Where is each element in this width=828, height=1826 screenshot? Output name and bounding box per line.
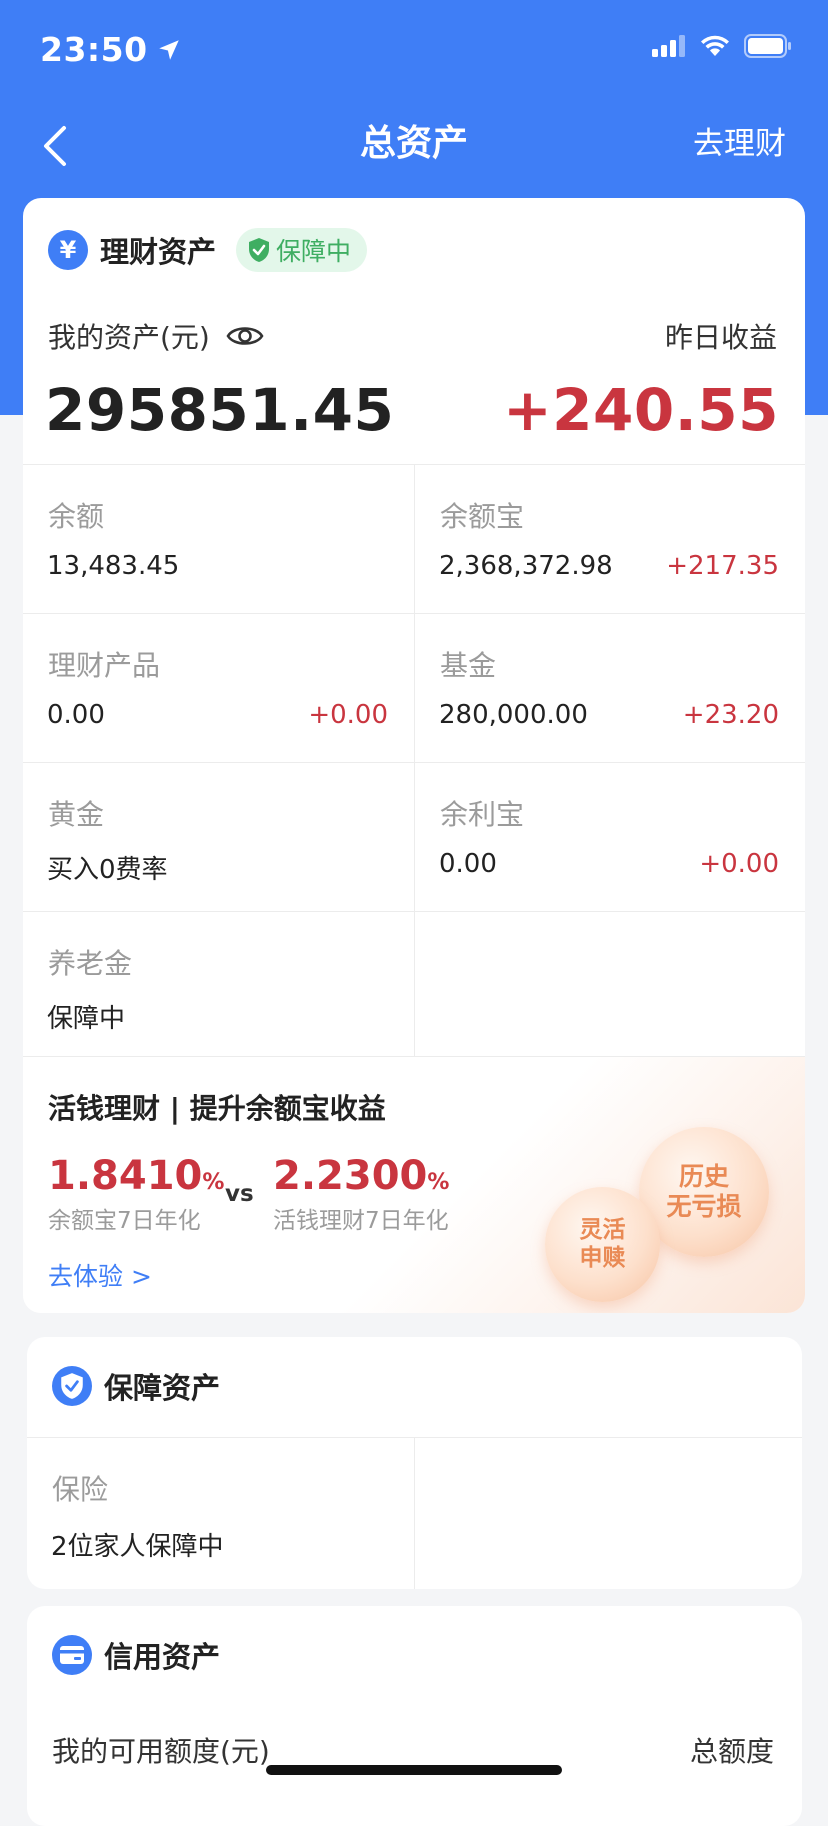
go-invest-button[interactable]: 去理财: [693, 118, 786, 163]
asset-grid-row: 养老金 保障中: [23, 911, 805, 1060]
asset-item-wealth-products[interactable]: 理财产品 0.00 +0.00: [23, 614, 414, 762]
asset-item-funds[interactable]: 基金 280,000.00 +23.20: [414, 614, 805, 762]
battery-icon: [744, 34, 791, 58]
asset-item-value: 2,368,372.98: [439, 551, 613, 581]
home-indicator: [266, 1765, 562, 1775]
protected-badge-label: 保障中: [276, 237, 352, 266]
nav-bar: 总资产 去理财: [0, 100, 828, 200]
asset-item-label: 余额: [48, 500, 105, 533]
flexible-rate-value: 2.2300: [273, 1153, 428, 1199]
asset-grid-row: 余额 13,483.45 余额宝 2,368,372.98 +217.35: [23, 464, 805, 613]
asset-item-income: +0.00: [308, 700, 388, 730]
asset-item-balance[interactable]: 余额 13,483.45: [23, 465, 414, 613]
asset-item-empty: [414, 912, 805, 1060]
status-bar: 23:50: [0, 0, 828, 100]
asset-item-label: 余利宝: [440, 798, 525, 831]
protection-assets-card: 保障资产 保险 2位家人保障中: [27, 1337, 802, 1589]
yuan-icon: ¥: [48, 230, 88, 270]
protection-card-title: 保障资产: [104, 1371, 221, 1405]
bubble-text: 灵活: [579, 1216, 626, 1243]
bubble-text: 历史: [678, 1162, 729, 1191]
insurance-value: 2位家人保障中: [51, 1532, 224, 1562]
asset-item-income: +217.35: [666, 551, 779, 581]
yesterday-income-label: 昨日收益: [664, 321, 777, 354]
finance-assets-card: ¥ 理财资产 保障中 我的资产(元) 昨日收益 295851.45 +240.5…: [23, 198, 805, 1313]
asset-item-label: 基金: [440, 649, 497, 682]
status-indicators: [652, 34, 792, 58]
asset-item-value: 0.00: [439, 849, 497, 879]
status-time-group: 23:50: [40, 30, 182, 69]
protection-card-header: 保障资产: [52, 1365, 220, 1407]
finance-card-title: 理财资产: [100, 235, 217, 269]
asset-item-value: 保障中: [47, 1004, 126, 1034]
total-assets-value: 295851.45: [45, 376, 395, 444]
shield-check-icon: [249, 238, 270, 262]
yuebao-rate-block: 1.8410% 余额宝7日年化: [48, 1153, 224, 1235]
asset-item-yuebao[interactable]: 余额宝 2,368,372.98 +217.35: [414, 465, 805, 613]
total-credit-label: 总额度: [689, 1735, 774, 1768]
flexible-rate-unit: %: [427, 1170, 450, 1195]
asset-grid-row: 理财产品 0.00 +0.00 基金 280,000.00 +23.20: [23, 613, 805, 762]
asset-item-label: 余额宝: [440, 500, 525, 533]
asset-item-label: 理财产品: [48, 649, 161, 682]
protection-grid: 保险 2位家人保障中: [27, 1437, 802, 1589]
flexible-redeem-bubble: 灵活 申赎: [545, 1187, 660, 1302]
finance-card-header: ¥ 理财资产 保障中: [48, 228, 368, 272]
credit-card-title: 信用资产: [104, 1640, 221, 1674]
signal-icon: [652, 35, 685, 57]
flexible-rate-label: 活钱理财7日年化: [273, 1208, 449, 1234]
yesterday-income-value: +240.55: [503, 376, 779, 444]
my-assets-label: 我的资产(元): [48, 321, 210, 354]
credit-assets-card: 信用资产 我的可用额度(元) 总额度: [27, 1606, 802, 1826]
flexible-rate-block: 2.2300% 活钱理财7日年化: [273, 1153, 449, 1235]
credit-card-header: 信用资产: [52, 1634, 220, 1676]
flexible-wealth-promo[interactable]: 活钱理财 | 提升余额宝收益 1.8410% 余额宝7日年化 vs 2.2300…: [23, 1056, 805, 1313]
bubble-text: 申赎: [579, 1244, 626, 1271]
protection-empty-cell: [414, 1438, 802, 1589]
asset-grid: 余额 13,483.45 余额宝 2,368,372.98 +217.35 理财…: [23, 464, 805, 1060]
promo-title: 活钱理财 | 提升余额宝收益: [48, 1092, 386, 1125]
vs-label: vs: [225, 1181, 254, 1207]
asset-item-label: 养老金: [48, 947, 133, 980]
asset-item-label: 黄金: [48, 798, 105, 831]
eye-icon[interactable]: [226, 323, 264, 349]
yuebao-rate-value: 1.8410: [48, 1153, 203, 1199]
yuebao-rate-label: 余额宝7日年化: [48, 1208, 201, 1234]
bubble-text: 无亏损: [666, 1192, 742, 1221]
location-arrow-icon: [158, 39, 179, 60]
asset-item-value: 0.00: [47, 700, 105, 730]
asset-item-value: 280,000.00: [439, 700, 588, 730]
try-now-link[interactable]: 去体验 >: [48, 1257, 152, 1293]
asset-item-value: 13,483.45: [47, 551, 180, 581]
asset-item-income: +0.00: [699, 849, 779, 879]
shield-icon: [52, 1366, 92, 1406]
my-assets-label-row: 我的资产(元): [48, 316, 264, 356]
asset-item-income: +23.20: [682, 700, 779, 730]
available-credit-label: 我的可用额度(元): [52, 1735, 270, 1768]
asset-item-gold[interactable]: 黄金 买入0费率: [23, 763, 414, 911]
credit-card-icon: [52, 1635, 92, 1675]
asset-grid-row: 黄金 买入0费率 余利宝 0.00 +0.00: [23, 762, 805, 911]
insurance-label: 保险: [52, 1473, 109, 1506]
asset-item-yulibao[interactable]: 余利宝 0.00 +0.00: [414, 763, 805, 911]
protected-badge: 保障中: [236, 228, 368, 272]
asset-item-value: 买入0费率: [47, 855, 168, 885]
yuebao-rate-unit: %: [202, 1170, 225, 1195]
asset-item-pension[interactable]: 养老金 保障中: [23, 912, 414, 1060]
wifi-icon: [701, 35, 729, 56]
insurance-item[interactable]: 保险 2位家人保障中: [27, 1438, 414, 1589]
status-time: 23:50: [40, 30, 148, 69]
